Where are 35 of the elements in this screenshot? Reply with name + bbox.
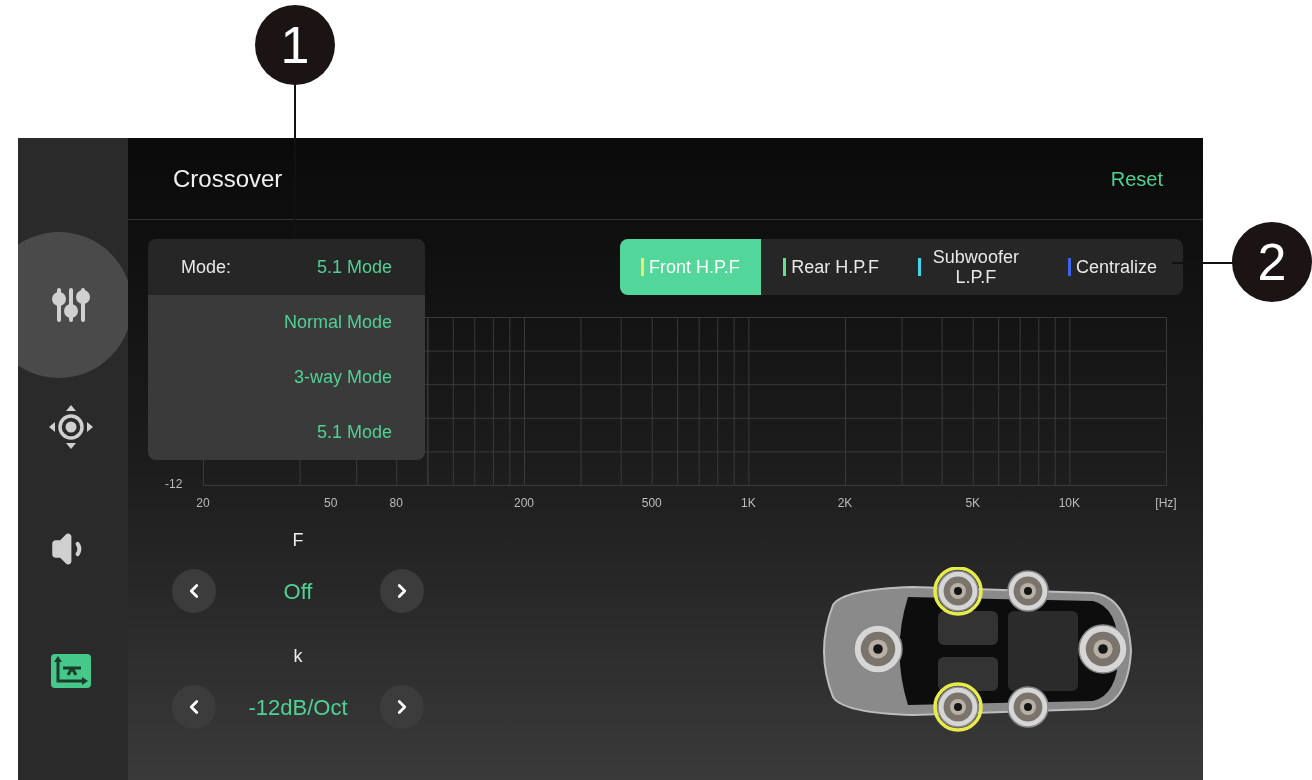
mode-dropdown[interactable]: Mode: 5.1 Mode xyxy=(148,239,425,295)
axis-label: [Hz] xyxy=(1155,495,1177,512)
axis-label: 1K xyxy=(741,495,756,512)
reset-button[interactable]: Reset xyxy=(1110,163,1163,194)
next-button[interactable] xyxy=(380,569,424,613)
callout-number: 1 xyxy=(255,5,335,85)
sliders-icon xyxy=(52,287,90,323)
mode-label: Mode: xyxy=(181,255,232,279)
page-title: Crossover xyxy=(173,163,283,194)
previous-button[interactable] xyxy=(172,569,216,613)
axis-label: 80 xyxy=(389,495,403,512)
axis-label: 2K xyxy=(837,495,853,512)
axis-label: 20 xyxy=(196,495,210,512)
filter-tab[interactable]: Centralize xyxy=(1042,239,1183,295)
axis-label: 200 xyxy=(514,495,534,512)
mode-option[interactable]: 3-way Mode xyxy=(148,350,425,405)
control-value: Off xyxy=(283,577,313,606)
control-value: -12dB/Oct xyxy=(248,693,348,722)
crossover-icon xyxy=(51,654,91,688)
mode-option[interactable]: 5.1 Mode xyxy=(148,405,425,460)
control-label: k xyxy=(293,645,303,668)
axis-label: -12 xyxy=(165,476,183,493)
filter-tab[interactable]: Subwoofer L.P.F xyxy=(901,239,1043,295)
filter-tab[interactable]: Rear H.P.F xyxy=(760,239,902,295)
previous-button[interactable] xyxy=(172,685,216,729)
axis-label: 50 xyxy=(324,495,338,512)
callout-number: 2 xyxy=(1232,222,1312,302)
control-label: F xyxy=(292,529,304,552)
axis-label: 10K xyxy=(1058,495,1081,512)
mode-value: 5.1 Mode xyxy=(316,255,392,279)
axis-label: 500 xyxy=(641,495,662,512)
axis-label: 5K xyxy=(965,495,981,512)
next-button[interactable] xyxy=(380,685,424,729)
target-icon xyxy=(48,404,94,450)
mode-option[interactable]: Normal Mode xyxy=(148,295,425,350)
